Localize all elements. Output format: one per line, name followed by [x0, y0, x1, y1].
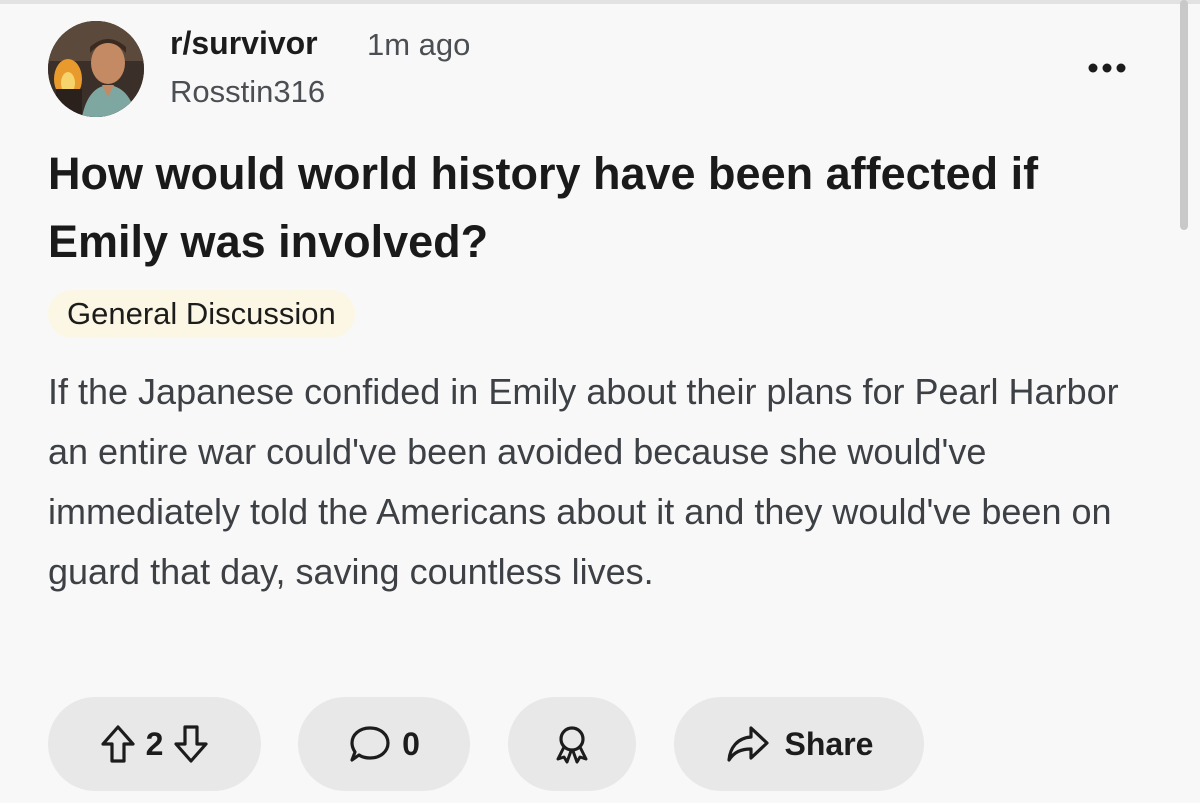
scrollbar[interactable] [1180, 0, 1188, 230]
subreddit-name[interactable]: r/survivor [170, 25, 318, 62]
award-icon [556, 726, 588, 764]
post-body: If the Japanese confided in Emily about … [48, 371, 1119, 592]
share-arrow-icon [726, 726, 769, 762]
upvote-arrow-icon [100, 725, 135, 763]
vote-bar: 2 [48, 697, 261, 791]
share-label: Share [784, 725, 874, 762]
flair-label: General Discussion [67, 296, 336, 331]
upvote-button[interactable] [100, 724, 136, 764]
post-time: 1m ago [367, 27, 471, 62]
avatar[interactable] [48, 21, 144, 117]
avatar-image [48, 21, 144, 117]
author-username[interactable]: Rosstin316 [170, 74, 325, 110]
vote-count: 2 [145, 725, 164, 762]
comment-count: 0 [402, 725, 420, 762]
comment-bubble-icon [350, 726, 390, 762]
share-button[interactable]: Share [674, 697, 924, 791]
downvote-arrow-icon [174, 725, 208, 763]
downvote-button[interactable] [173, 724, 209, 764]
more-options-button[interactable] [1082, 50, 1132, 86]
post-title[interactable]: How would world history have been affect… [48, 140, 1088, 276]
top-divider [0, 0, 1200, 4]
more-options-icon [1088, 63, 1126, 73]
post-flair[interactable]: General Discussion [48, 290, 355, 338]
award-button[interactable] [508, 697, 636, 791]
comments-button[interactable]: 0 [298, 697, 470, 791]
